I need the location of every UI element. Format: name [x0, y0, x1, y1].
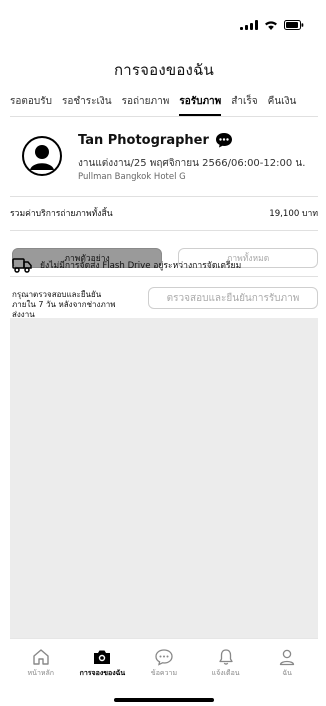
bottom-nav: หน้าหลัก การจองของฉัน ข้อความ แจ้งเตือน … [10, 638, 318, 687]
nav-home[interactable]: หน้าหลัก [13, 648, 69, 679]
nav-bookings-label: การจองของฉัน [79, 668, 126, 677]
tab-refund[interactable]: คืนเงิน [268, 94, 297, 116]
status-bar [240, 20, 304, 30]
tab-pending-photos[interactable]: รอรับภาพ [179, 94, 222, 116]
tab-completed[interactable]: สำเร็จ [231, 94, 257, 116]
nav-notifications-label: แจ้งเตือน [211, 668, 240, 677]
photographer-row: Tan Photographer [78, 132, 233, 148]
chat-bubble-icon[interactable] [215, 132, 233, 148]
avatar[interactable] [22, 136, 62, 176]
chat-icon [154, 648, 174, 666]
tab-pending-accept[interactable]: รอตอบรับ [10, 94, 52, 116]
bell-icon [217, 648, 235, 666]
nav-profile[interactable]: ฉัน [259, 648, 315, 679]
total-label: รวมค่าบริการถ่ายภาพทั้งสิ้น [10, 209, 113, 219]
photographer-name[interactable]: Tan Photographer [78, 133, 209, 148]
confirm-notice: กรุณาตรวจสอบและยืนยันภายใน 7 วัน หลังจาก… [12, 290, 116, 319]
booking-tabs: รอตอบรับ รอชำระเงิน รอถ่ายภาพ รอรับภาพ ส… [10, 94, 318, 116]
total-value: 19,100 บาท [269, 209, 318, 219]
page-title: การจองของฉัน [114, 61, 214, 79]
venue-name: Pullman Bangkok Hotel G [78, 172, 186, 182]
tabs-divider [10, 116, 318, 117]
nav-messages[interactable]: ข้อความ [136, 648, 192, 679]
delivery-text: ยังไม่มีการจัดส่ง Flash Drive อยู่ระหว่า… [40, 261, 242, 271]
nav-profile-label: ฉัน [282, 668, 292, 677]
user-icon [278, 648, 296, 666]
app-frame: การจองของฉัน รอตอบรับ รอชำระเงิน รอถ่ายภ… [10, 0, 318, 706]
tab-pending-payment[interactable]: รอชำระเงิน [62, 94, 112, 116]
home-indicator [114, 698, 214, 702]
camera-icon [92, 648, 112, 666]
nav-notifications[interactable]: แจ้งเตือน [198, 648, 254, 679]
section-divider [10, 196, 318, 197]
wifi-icon [264, 20, 278, 30]
delivery-status: ยังไม่มีการจัดส่ง Flash Drive อยู่ระหว่า… [12, 254, 318, 276]
signal-icon [240, 20, 258, 30]
nav-home-label: หน้าหลัก [27, 668, 55, 677]
total-row: รวมค่าบริการถ่ายภาพทั้งสิ้น 19,100 บาท [10, 206, 318, 222]
content-background [10, 318, 318, 638]
event-details: งานแต่งงาน/25 พฤศจิกายน 2566/06:00-12:00… [78, 158, 306, 169]
battery-icon [284, 20, 304, 30]
nav-bookings[interactable]: การจองของฉัน [74, 648, 130, 679]
confirm-receipt-button[interactable]: ตรวจสอบและยืนยันการรับภาพ [148, 287, 318, 309]
nav-messages-label: ข้อความ [150, 668, 178, 677]
section-divider [10, 276, 318, 277]
truck-icon [12, 257, 32, 273]
home-icon [32, 648, 50, 666]
section-divider [10, 230, 318, 231]
tab-pending-shoot[interactable]: รอถ่ายภาพ [122, 94, 170, 116]
